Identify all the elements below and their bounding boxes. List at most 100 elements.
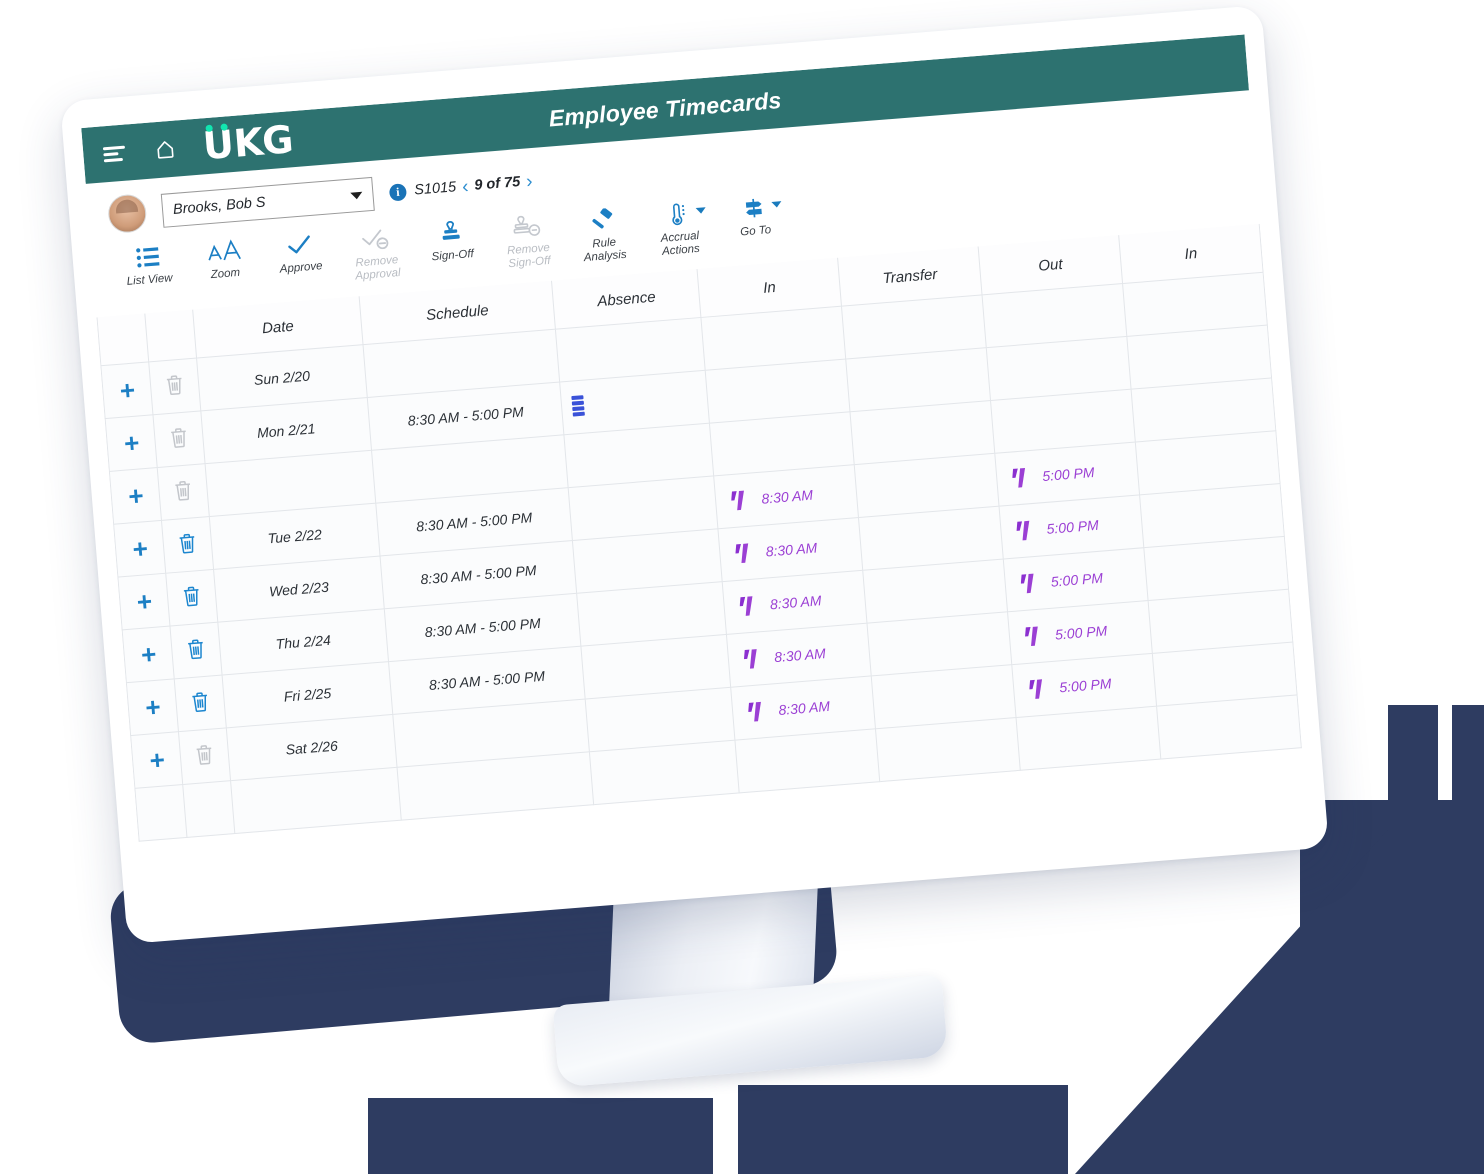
cell-in-2[interactable]	[1156, 694, 1302, 760]
thermometer-icon	[667, 200, 689, 230]
delete-row-button	[182, 780, 235, 838]
add-row-button[interactable]: +	[100, 361, 153, 419]
toolbar-label-go-to: Go To	[739, 224, 772, 239]
delete-row-button	[152, 410, 206, 468]
logo-letter-u: U	[201, 122, 235, 169]
employee-select[interactable]: Brooks, Bob S	[160, 176, 375, 228]
punch-edit-icon[interactable]	[731, 489, 749, 512]
punch-edit-icon[interactable]	[1024, 625, 1042, 648]
punch-time-in: 8:30 AM	[773, 645, 827, 666]
toolbar-label-approve: Approve	[279, 260, 323, 276]
employee-id: S1015	[413, 179, 457, 199]
toolbar-button-approve[interactable]: Approve	[260, 226, 339, 277]
delete-row-button	[157, 463, 210, 521]
trash-icon	[164, 374, 185, 396]
toolbar-label-accrual-actions: Accrual Actions	[660, 229, 701, 258]
add-row-button[interactable]: +	[105, 414, 158, 472]
trash-icon[interactable]	[186, 638, 207, 660]
punch-time-out: 5:00 PM	[1041, 463, 1096, 485]
trash-icon	[194, 743, 215, 765]
punch-time-out: 5:00 PM	[1050, 569, 1104, 590]
zoom-icon	[205, 236, 241, 267]
list-view-icon	[135, 242, 161, 272]
toolbar-button-list-view[interactable]: List View	[109, 238, 188, 289]
chevron-down-icon[interactable]	[695, 207, 707, 215]
cell-out[interactable]	[1016, 706, 1161, 771]
add-row-button[interactable]: +	[130, 731, 183, 789]
punch-edit-icon[interactable]	[1016, 519, 1034, 542]
add-row-button[interactable]: +	[117, 573, 170, 630]
trash-icon	[173, 479, 194, 501]
toolbar-label-rule-analysis: Rule Analysis	[583, 236, 628, 264]
punch-edit-icon[interactable]	[739, 595, 757, 618]
employee-select-label: Brooks, Bob S	[172, 194, 267, 218]
cell-absence[interactable]	[589, 740, 740, 805]
delete-row-button[interactable]	[161, 516, 214, 574]
next-employee-button[interactable]: ›	[525, 171, 533, 192]
hamburger-menu-icon[interactable]	[102, 142, 131, 164]
delete-row-button	[148, 358, 201, 415]
logo-letters-kg: KG	[232, 117, 295, 166]
punch-time-out: 5:00 PM	[1058, 675, 1113, 696]
background-shape-bar-5	[1452, 705, 1484, 1174]
previous-employee-button[interactable]: ‹	[461, 176, 469, 197]
add-row-button	[134, 784, 187, 842]
add-row-button[interactable]: +	[109, 467, 162, 525]
stamp-icon	[438, 218, 464, 248]
punch-edit-icon[interactable]	[748, 700, 766, 723]
plus-icon[interactable]: +	[148, 744, 166, 775]
ukg-logo[interactable]: U KG	[201, 117, 295, 169]
record-counter: 9 of 75	[473, 174, 521, 194]
cell-transfer[interactable]	[875, 717, 1021, 782]
plus-icon[interactable]: +	[144, 692, 162, 723]
background-shape-bar-4	[1388, 705, 1438, 1174]
toolbar-button-accrual-actions[interactable]: Accrual Actions	[639, 195, 719, 259]
trash-icon[interactable]	[190, 691, 211, 713]
plus-icon[interactable]: +	[139, 639, 157, 670]
punch-time-in: 8:30 AM	[769, 592, 823, 613]
toolbar-button-zoom[interactable]: Zoom	[184, 232, 263, 283]
toolbar-label-zoom: Zoom	[210, 266, 241, 282]
plus-icon[interactable]: +	[131, 533, 149, 564]
punch-time-out: 5:00 PM	[1045, 516, 1100, 537]
absence-bars-icon[interactable]	[570, 394, 586, 417]
add-row-button[interactable]: +	[126, 678, 179, 736]
punch-time-in: 8:30 AM	[765, 539, 818, 560]
approve-check-icon	[285, 230, 313, 260]
trash-icon[interactable]	[177, 532, 198, 554]
punch-edit-icon[interactable]	[1029, 678, 1047, 701]
plus-icon[interactable]: +	[122, 428, 140, 459]
add-row-button[interactable]: +	[122, 626, 175, 683]
info-icon[interactable]: i	[388, 182, 408, 202]
delete-row-button[interactable]	[165, 569, 218, 627]
home-icon[interactable]	[152, 136, 178, 162]
avatar	[106, 193, 148, 235]
toolbar-button-rule-analysis[interactable]: Rule Analysis	[563, 202, 643, 266]
plus-icon[interactable]: +	[127, 480, 145, 511]
trash-icon[interactable]	[181, 585, 202, 607]
signpost-icon	[741, 193, 767, 223]
punch-time-in: 8:30 AM	[760, 486, 814, 507]
toolbar-button-sign-off[interactable]: Sign-Off	[412, 214, 491, 265]
plus-icon[interactable]: +	[118, 375, 136, 406]
delete-row-button[interactable]	[174, 675, 227, 732]
cell-in[interactable]	[735, 728, 880, 793]
timecard-table: Date Schedule Absence In Transfer Out In…	[96, 223, 1302, 842]
add-row-button[interactable]: +	[113, 520, 166, 578]
toolbar-label-remove-approval: Remove Approval	[354, 254, 402, 283]
monitor-bezel: U KG Employee Timecards Brooks, Bob S i …	[60, 5, 1329, 944]
punch-time-in: 8:30 AM	[777, 697, 831, 718]
toolbar-button-go-to[interactable]: Go To	[715, 189, 794, 240]
column-header-delete	[144, 309, 197, 362]
punch-edit-icon[interactable]	[1020, 572, 1038, 595]
remove-approval-icon	[360, 224, 390, 254]
delete-row-button[interactable]	[169, 622, 223, 679]
plus-icon[interactable]: +	[135, 586, 153, 617]
chevron-down-icon[interactable]	[771, 201, 782, 208]
punch-edit-icon[interactable]	[743, 647, 761, 670]
timecard-body: + Sun 2/20 + Mon 2/21 8:30 AM - 5:00 PM + + Tue…	[100, 272, 1302, 842]
punch-edit-icon[interactable]	[735, 542, 753, 565]
column-header-add	[96, 313, 149, 366]
punch-edit-icon[interactable]	[1012, 466, 1030, 489]
delete-row-button	[178, 727, 231, 785]
